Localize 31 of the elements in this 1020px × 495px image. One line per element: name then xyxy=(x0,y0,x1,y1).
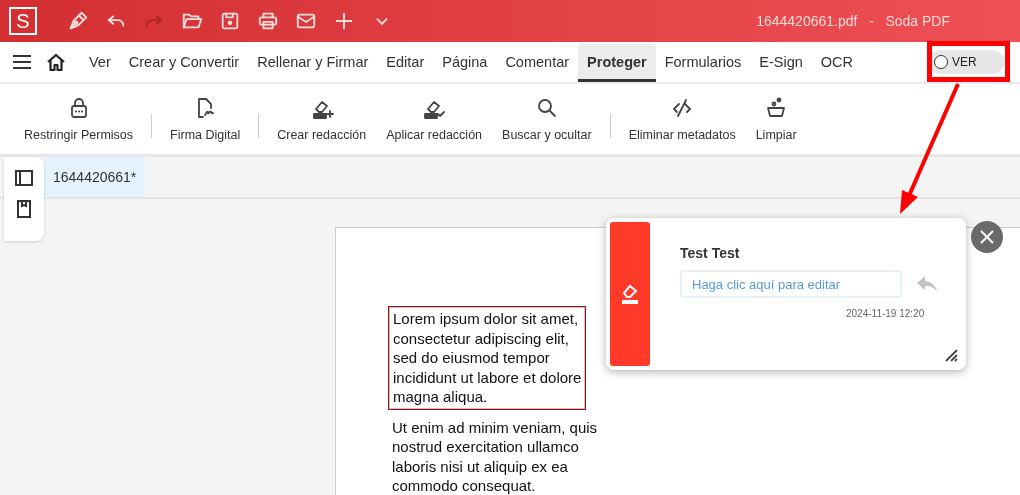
document-tab[interactable]: 1644420661* xyxy=(44,157,146,197)
menu-tab[interactable]: Crear y Convertir xyxy=(119,44,249,82)
menu-tab[interactable]: Formularios xyxy=(655,44,751,82)
bookmark-icon[interactable] xyxy=(17,200,31,218)
paragraph: Lorem ipsum dolor sit amet, consectetur adipiscing elit, sed do eiusmod tempor incididunt ut labore et dolore magna aliqua. xyxy=(388,306,587,410)
panel-icon[interactable] xyxy=(15,170,33,186)
menu-tab[interactable]: Página xyxy=(433,44,497,82)
menu-tab[interactable]: Proteger xyxy=(578,44,656,82)
remove-metadata-button[interactable]: Eliminar metadatos xyxy=(618,96,746,142)
window-title: 1644420661.pdf - Soda PDF xyxy=(756,13,950,29)
menu-tab[interactable]: Rellenar y Firmar xyxy=(248,44,378,82)
apply-redaction-button[interactable]: Aplicar redacción xyxy=(376,96,493,142)
comment-time: 2024-11-19 12:20 xyxy=(846,308,926,319)
paragraph: Ut enim ad minim veniam, quis nostrud exercitation ullamco laboris nisi ut aliquip ex ea commodo consequat. xyxy=(391,417,599,495)
resize-grip-icon[interactable] xyxy=(944,348,958,362)
menu-tab[interactable]: OCR xyxy=(811,44,862,82)
clean-button[interactable]: Limpiar xyxy=(745,96,807,142)
comment-author: Test Test xyxy=(680,245,741,261)
menu-tab[interactable]: Comentar xyxy=(496,44,579,82)
digital-signature-button[interactable]: Firma Digital xyxy=(160,96,251,142)
menu-tab[interactable]: Editar xyxy=(377,44,434,82)
menu-tab[interactable]: Ver xyxy=(80,44,120,82)
close-icon xyxy=(980,230,994,244)
app-logo: S xyxy=(9,7,37,35)
create-redaction-button[interactable]: Crear redacción xyxy=(267,96,377,142)
comment-input[interactable]: Haga clic aquí para editar xyxy=(680,270,902,298)
menu-tab[interactable]: E-Sign xyxy=(750,44,812,82)
restrict-permissions-button[interactable]: Restringir Permisos xyxy=(14,96,144,142)
close-button[interactable] xyxy=(971,221,1003,253)
eraser-icon xyxy=(621,283,639,305)
search-button[interactable]: Buscar y ocultar xyxy=(492,96,602,142)
